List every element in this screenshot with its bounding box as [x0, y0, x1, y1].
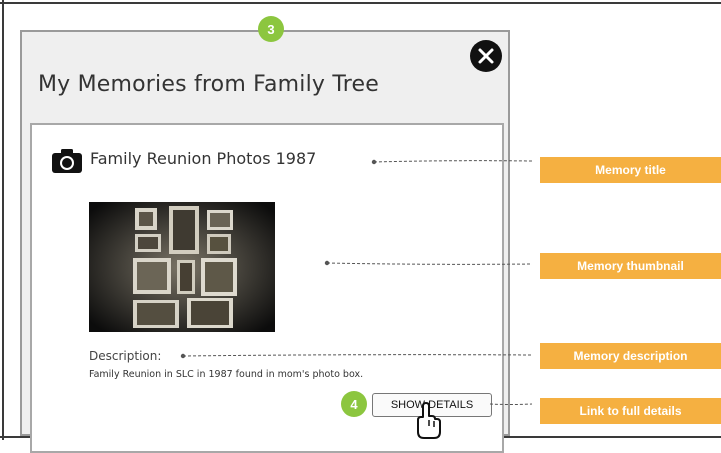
frame-line-left	[2, 0, 4, 440]
callout-memory-description: Memory description	[540, 343, 721, 369]
memories-dialog: My Memories from Family Tree Family Reun…	[20, 30, 510, 453]
callout-memory-title: Memory title	[540, 157, 721, 183]
pointer-hand-icon	[417, 402, 441, 439]
callout-link-details: Link to full details	[540, 398, 721, 424]
description-label: Description:	[89, 349, 162, 363]
step-badge-3: 3	[258, 16, 284, 42]
camera-icon	[52, 149, 82, 173]
callout-memory-thumbnail: Memory thumbnail	[540, 253, 721, 279]
dialog-title: My Memories from Family Tree	[38, 72, 379, 97]
close-button[interactable]	[470, 40, 502, 72]
close-icon	[478, 48, 494, 64]
frame-line-top	[0, 2, 721, 4]
description-text: Family Reunion in SLC in 1987 found in m…	[89, 369, 364, 380]
step-badge-4: 4	[341, 391, 367, 417]
family-photos-thumbnail	[89, 202, 275, 332]
memory-thumbnail[interactable]	[89, 202, 275, 332]
memory-title[interactable]: Family Reunion Photos 1987	[90, 149, 316, 168]
